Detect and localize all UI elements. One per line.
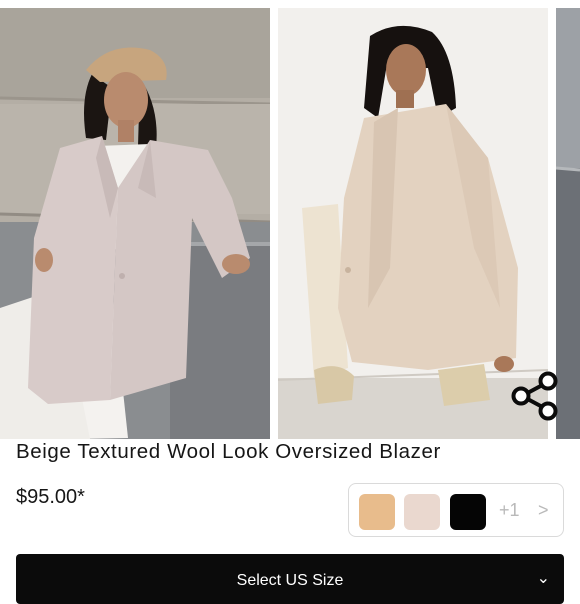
product-image-gallery[interactable] [0, 0, 580, 440]
share-icon [511, 371, 558, 421]
model-leaning-illustration [0, 8, 270, 439]
share-button[interactable] [508, 368, 564, 424]
more-colors-count[interactable]: +1 [499, 500, 520, 521]
color-swatch-selector: +1 > [348, 483, 564, 537]
select-size-button[interactable]: Select US Size ⌄ [16, 554, 564, 604]
swatch-color-camel[interactable] [359, 494, 395, 530]
select-size-label: Select US Size [236, 572, 344, 589]
product-title: Beige Textured Wool Look Oversized Blaze… [16, 440, 441, 463]
product-price: $95.00* [16, 486, 85, 508]
swatch-color-beige[interactable] [404, 494, 440, 530]
swatch-next-chevron[interactable]: > [538, 500, 549, 521]
product-photo-1[interactable] [0, 8, 270, 439]
swatch-color-black[interactable] [450, 494, 486, 530]
chevron-down-icon: ⌄ [536, 568, 550, 587]
